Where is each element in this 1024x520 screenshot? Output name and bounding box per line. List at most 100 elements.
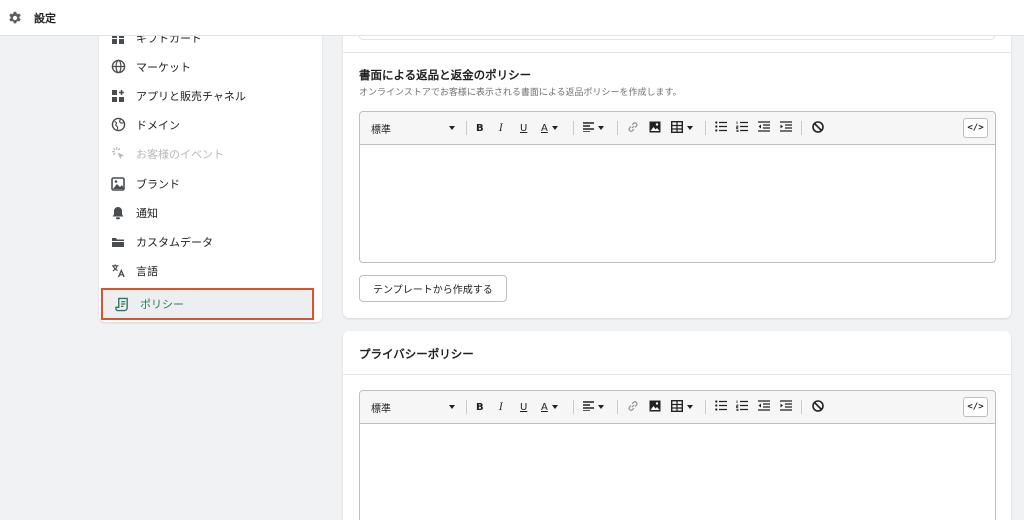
domain-globe-icon — [110, 117, 126, 133]
numbered-list-button[interactable] — [736, 399, 748, 415]
outdent-icon — [758, 400, 770, 414]
create-from-template-button[interactable]: テンプレートから作成する — [359, 275, 507, 302]
folder-icon — [110, 234, 126, 250]
refund-policy-title: 書面による返品と返金のポリシー — [359, 68, 532, 82]
privacy-policy-text-area[interactable] — [360, 425, 995, 520]
toolbar-divider — [466, 400, 467, 414]
sidebar-item-label: ドメイン — [136, 118, 180, 132]
align-left-icon — [583, 121, 594, 135]
indent-button[interactable] — [780, 120, 792, 136]
sidebar-item-notifications[interactable]: 通知 — [99, 199, 322, 226]
editor-toolbar: 標準 B I U A </> — [360, 391, 995, 424]
image-icon — [649, 400, 661, 415]
refund-policy-editor: 標準 B I U A </> — [359, 111, 996, 263]
toolbar-divider — [801, 400, 802, 414]
page-title: 設定 — [34, 11, 56, 25]
format-select[interactable]: 標準 — [371, 120, 455, 136]
align-left-icon — [583, 400, 594, 414]
chevron-down-icon — [551, 126, 558, 130]
table-button[interactable] — [670, 399, 693, 415]
text-color-button[interactable]: A — [541, 120, 558, 136]
bell-icon — [110, 205, 126, 221]
link-icon — [627, 121, 639, 136]
chevron-down-icon — [687, 405, 693, 409]
clear-format-button[interactable] — [812, 399, 824, 415]
bullet-list-button[interactable] — [715, 120, 727, 136]
numbered-list-button[interactable] — [736, 120, 748, 136]
sidebar-item-label: ブランド — [136, 177, 180, 191]
sidebar-item-languages[interactable]: 言語 — [99, 257, 322, 284]
divider — [343, 374, 1011, 375]
bold-button[interactable]: B — [476, 399, 484, 415]
toolbar-divider — [573, 400, 574, 414]
privacy-policy-editor: 標準 B I U A </> — [359, 390, 996, 520]
image-button[interactable] — [649, 399, 661, 415]
refund-policy-text-area[interactable] — [360, 146, 995, 262]
toolbar-divider — [573, 121, 574, 135]
html-code-toggle-button[interactable]: </> — [963, 397, 988, 417]
outdent-button[interactable] — [758, 399, 770, 415]
sidebar-item-domains[interactable]: ドメイン — [99, 111, 322, 138]
top-bar: 設定 — [0, 0, 1024, 36]
sidebar-item-policies[interactable]: ポリシー — [101, 288, 314, 320]
italic-button[interactable]: I — [499, 399, 503, 415]
clear-format-icon — [812, 399, 824, 415]
toolbar-divider — [801, 121, 802, 135]
bullet-list-button[interactable] — [715, 399, 727, 415]
underline-button[interactable]: U — [520, 120, 527, 136]
link-button[interactable] — [627, 399, 639, 415]
text-color-label: A — [541, 122, 548, 134]
table-icon — [670, 120, 684, 136]
text-color-label: A — [541, 401, 548, 413]
italic-button[interactable]: I — [499, 120, 503, 136]
privacy-policy-title: プライバシーポリシー — [359, 347, 474, 361]
format-select-value: 標準 — [371, 403, 391, 415]
underline-button[interactable]: U — [520, 399, 527, 415]
table-button[interactable] — [670, 120, 693, 136]
format-select-value: 標準 — [371, 124, 391, 136]
bold-button[interactable]: B — [476, 120, 484, 136]
toolbar-divider — [466, 121, 467, 135]
image-icon — [649, 121, 661, 136]
indent-button[interactable] — [780, 399, 792, 415]
sidebar-item-label: 言語 — [136, 264, 158, 278]
settings-sidebar: ギフトカード マーケット アプリと販売チャネル ドメイン お客様のイベント ブラ… — [99, 22, 322, 322]
link-button[interactable] — [627, 120, 639, 136]
outdent-button[interactable] — [758, 120, 770, 136]
clear-format-icon — [812, 120, 824, 136]
image-button[interactable] — [649, 120, 661, 136]
sidebar-item-label: 通知 — [136, 206, 158, 220]
clear-format-button[interactable] — [812, 120, 824, 136]
numbered-list-icon — [736, 400, 748, 414]
chevron-down-icon — [598, 405, 604, 409]
sidebar-item-apps[interactable]: アプリと販売チャネル — [99, 82, 322, 109]
outdent-icon — [758, 121, 770, 135]
refund-policy-description: オンラインストアでお客様に表示される書面による返品ポリシーを作成します。 — [359, 88, 682, 98]
align-button[interactable] — [583, 120, 604, 136]
indent-icon — [780, 121, 792, 135]
sidebar-item-brand[interactable]: ブランド — [99, 170, 322, 197]
globe-icon — [110, 59, 126, 75]
indent-icon — [780, 400, 792, 414]
align-button[interactable] — [583, 399, 604, 415]
cursor-click-icon — [110, 146, 126, 162]
translate-icon — [110, 263, 126, 279]
sidebar-item-label: ポリシー — [140, 298, 184, 311]
sidebar-item-label: アプリと販売チャネル — [136, 89, 246, 103]
toolbar-divider — [705, 400, 706, 414]
refund-policy-card: 書面による返品と返金のポリシー オンラインストアでお客様に表示される書面による返… — [343, 22, 1011, 318]
chevron-down-icon — [598, 126, 604, 130]
sidebar-item-label: マーケット — [136, 60, 191, 74]
sidebar-item-label: お客様のイベント — [136, 147, 224, 161]
chevron-down-icon — [449, 126, 455, 130]
sidebar-item-custom-data[interactable]: カスタムデータ — [99, 228, 322, 255]
sidebar-item-label: カスタムデータ — [136, 235, 213, 249]
bullet-list-icon — [715, 121, 727, 135]
sidebar-item-customer-events[interactable]: お客様のイベント — [99, 140, 322, 167]
html-code-toggle-button[interactable]: </> — [963, 118, 988, 138]
chevron-down-icon — [449, 405, 455, 409]
text-color-button[interactable]: A — [541, 399, 558, 415]
chevron-down-icon — [551, 405, 558, 409]
sidebar-item-markets[interactable]: マーケット — [99, 53, 322, 80]
format-select[interactable]: 標準 — [371, 399, 455, 415]
